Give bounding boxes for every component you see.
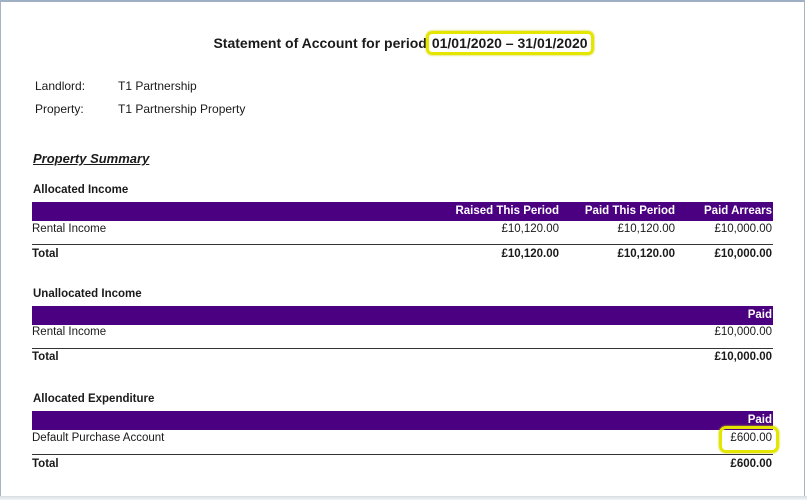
landlord-row: Landlord: T1 Partnership xyxy=(35,79,197,93)
total-label: Total xyxy=(32,458,59,470)
statement-title-prefix: Statement of Account for period xyxy=(213,35,427,51)
total-arrears-value: £10,000.00 xyxy=(714,248,772,260)
statement-period-highlight: 01/01/2020 – 31/01/2020 xyxy=(425,31,594,55)
property-value: T1 Partnership Property xyxy=(118,102,246,116)
total-paid-value: £10,000.00 xyxy=(714,351,772,363)
allocated-income-header: Raised This Period Paid This Period Paid… xyxy=(32,202,773,221)
property-summary-title: Property Summary xyxy=(33,151,150,166)
landlord-label: Landlord: xyxy=(35,79,86,93)
statement-period: 01/01/2020 – 31/01/2020 xyxy=(431,35,588,51)
allocated-expenditure-row: Default Purchase Account £600.00 xyxy=(32,430,773,448)
row-label: Default Purchase Account xyxy=(32,432,165,444)
header-paid-this-period: Paid This Period xyxy=(584,205,675,217)
row-paid-value: £10,000.00 xyxy=(714,326,772,338)
allocated-expenditure-divider xyxy=(32,454,773,455)
total-paid-value: £600.00 xyxy=(730,458,772,470)
statement-title: Statement of Account for period 01/01/202… xyxy=(0,31,807,55)
unallocated-income-row: Rental Income £10,000.00 xyxy=(32,324,773,342)
row-raised-value: £10,120.00 xyxy=(501,223,559,235)
expenditure-value-highlight xyxy=(719,426,779,453)
row-arrears-value: £10,000.00 xyxy=(714,223,772,235)
allocated-income-total-row: Total £10,120.00 £10,120.00 £10,000.00 xyxy=(32,246,773,264)
row-label: Rental Income xyxy=(32,326,107,338)
header-paid-arrears: Paid Arrears xyxy=(704,205,772,217)
row-label: Rental Income xyxy=(32,223,107,235)
total-label: Total xyxy=(32,248,59,260)
allocated-income-title: Allocated Income xyxy=(33,184,129,196)
allocated-income-divider xyxy=(32,244,773,245)
header-paid: Paid xyxy=(747,414,772,426)
allocated-expenditure-header: Paid xyxy=(32,411,773,430)
property-label: Property: xyxy=(35,102,84,116)
header-paid: Paid xyxy=(747,309,772,321)
total-label: Total xyxy=(32,351,59,363)
total-raised-value: £10,120.00 xyxy=(501,248,559,260)
document-bottom-edge xyxy=(0,496,807,500)
header-raised-this-period: Raised This Period xyxy=(455,205,559,217)
total-paid-value: £10,120.00 xyxy=(617,248,675,260)
landlord-value: T1 Partnership xyxy=(118,79,197,93)
unallocated-income-total-row: Total £10,000.00 xyxy=(32,349,773,367)
allocated-expenditure-total-row: Total £600.00 xyxy=(32,456,773,474)
allocated-income-row: Rental Income £10,120.00 £10,120.00 £10,… xyxy=(32,221,773,239)
row-paid-value: £10,120.00 xyxy=(617,223,675,235)
allocated-expenditure-title: Allocated Expenditure xyxy=(33,393,155,405)
unallocated-income-title: Unallocated Income xyxy=(33,288,142,300)
unallocated-income-header: Paid xyxy=(32,306,773,325)
property-row: Property: T1 Partnership Property xyxy=(35,102,245,116)
